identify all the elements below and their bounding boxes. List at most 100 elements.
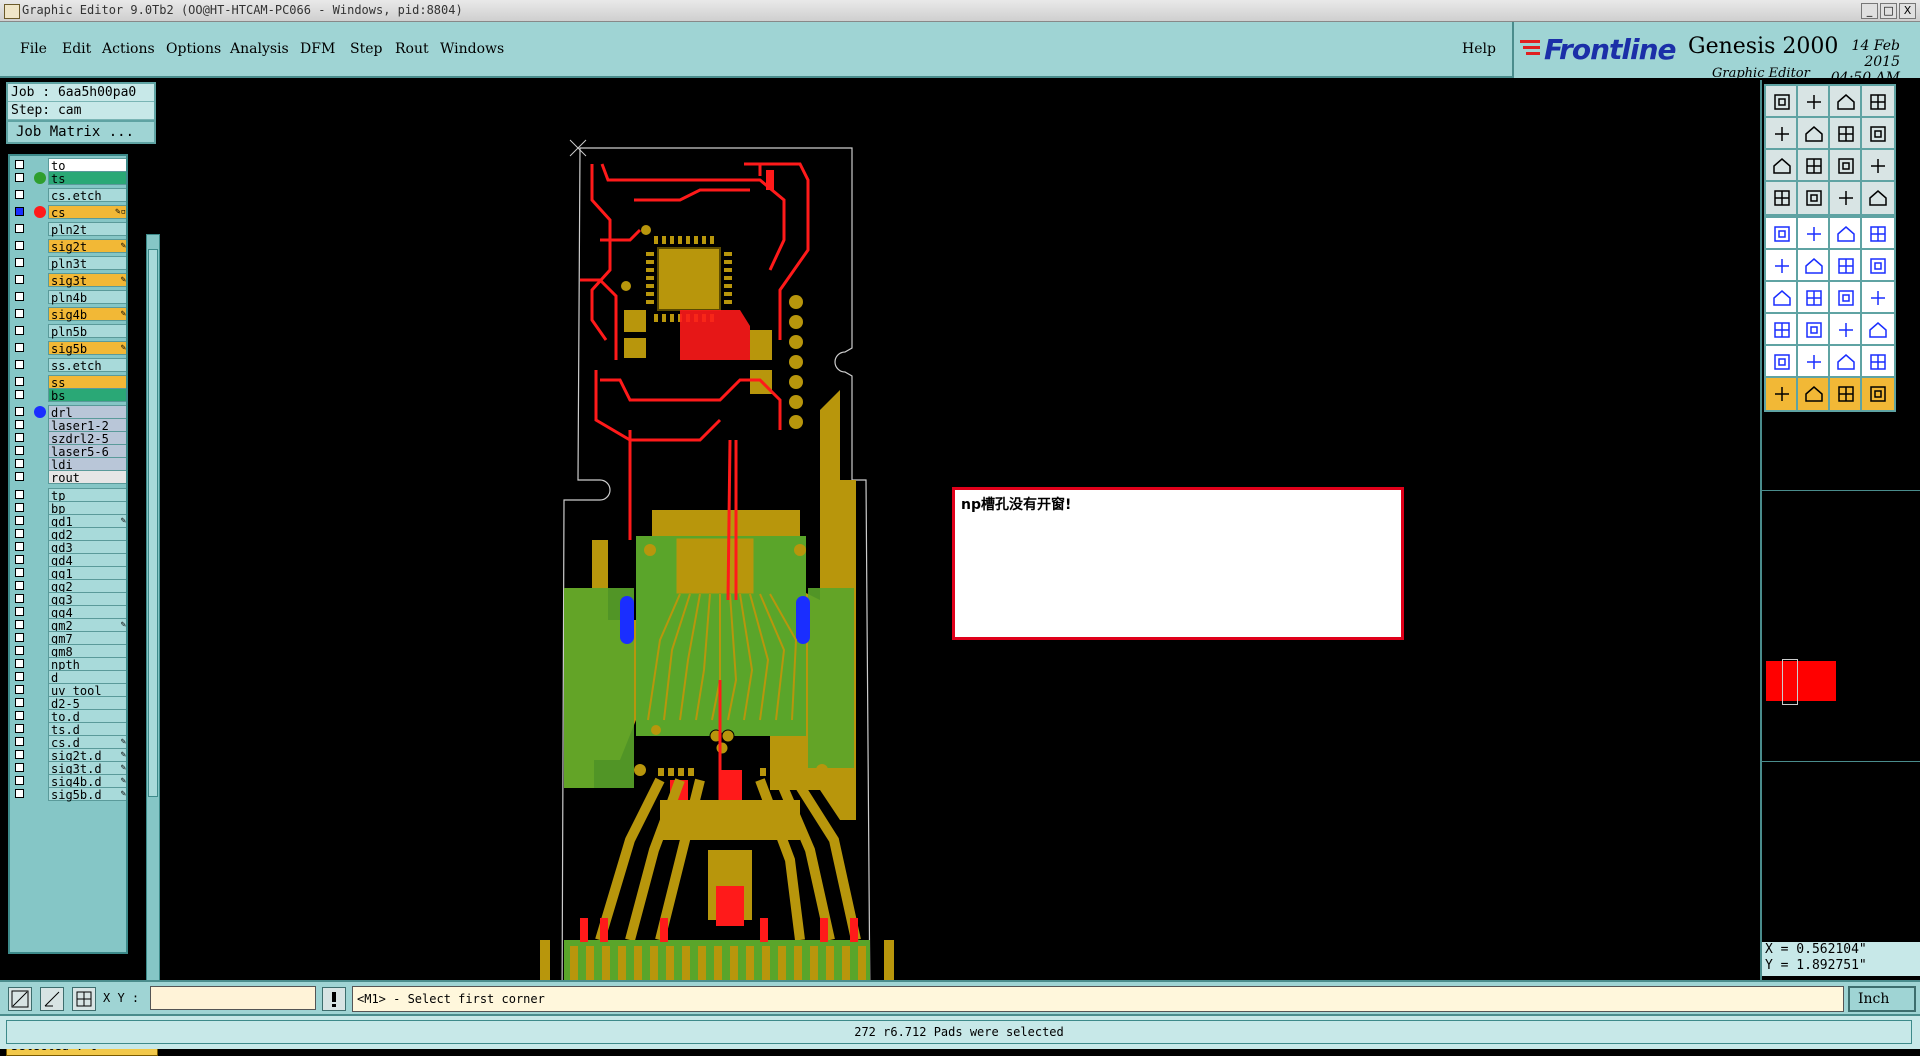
dashed-icon[interactable] xyxy=(1828,216,1864,252)
layer-checkbox[interactable] xyxy=(15,407,24,416)
top-view-icon[interactable] xyxy=(1764,84,1800,120)
layer-name[interactable]: bs xyxy=(48,388,126,403)
layer-name[interactable]: cs.d xyxy=(48,735,126,750)
layer-name[interactable]: ldi xyxy=(48,457,126,472)
layer-checkbox[interactable] xyxy=(15,620,24,629)
arc-icon[interactable] xyxy=(1828,280,1864,316)
pointer-sel-icon[interactable] xyxy=(1796,376,1832,412)
menu-analysis[interactable]: Analysis xyxy=(230,41,289,57)
layer-row[interactable]: gm7 xyxy=(12,631,126,646)
minus-icon[interactable] xyxy=(1796,312,1832,348)
layer-name[interactable]: gm2 xyxy=(48,618,126,633)
snap-icon[interactable] xyxy=(1764,248,1800,284)
menu-options[interactable]: Options xyxy=(166,41,221,57)
pointer-alt-icon[interactable] xyxy=(1828,376,1864,412)
layer-name[interactable]: uv_tool xyxy=(48,683,126,698)
layer-checkbox[interactable] xyxy=(15,275,24,284)
layer-name[interactable]: bp xyxy=(48,501,126,516)
layer-name[interactable]: sig2t.d xyxy=(48,748,126,763)
layer-checkbox[interactable] xyxy=(15,568,24,577)
layer-name[interactable]: to xyxy=(48,158,126,173)
layer-name[interactable]: laser5-6 xyxy=(48,444,126,459)
layer-name[interactable]: tp xyxy=(48,488,126,503)
layer-checkbox[interactable] xyxy=(15,750,24,759)
layer-row[interactable]: szdrl2-5 xyxy=(12,431,126,446)
layer-row[interactable]: sig3t ✎ xyxy=(12,273,126,288)
layer-name[interactable]: sig3t.d xyxy=(48,761,126,776)
bottom-view-icon[interactable] xyxy=(1796,84,1832,120)
layer-row[interactable]: ss xyxy=(12,375,126,390)
layer-checkbox[interactable] xyxy=(15,160,24,169)
layer-name[interactable]: sig5b xyxy=(48,341,126,356)
layer-row[interactable]: pln5b xyxy=(12,324,126,339)
layer-name[interactable]: gg3 xyxy=(48,592,126,607)
layer-name[interactable]: ts.d xyxy=(48,722,126,737)
layer-name[interactable]: gm7 xyxy=(48,631,126,646)
layer-row[interactable]: pln2t xyxy=(12,222,126,237)
menu-actions[interactable]: Actions xyxy=(102,41,155,57)
layer-row[interactable]: npth xyxy=(12,657,126,672)
layer-checkbox[interactable] xyxy=(15,433,24,442)
layer-row[interactable]: gd3 xyxy=(12,540,126,555)
layer-checkbox[interactable] xyxy=(15,326,24,335)
layer-name[interactable]: npth xyxy=(48,657,126,672)
layer-row[interactable]: cs.d ✎ xyxy=(12,735,126,750)
layer-checkbox[interactable] xyxy=(15,711,24,720)
layer-name[interactable]: gg4 xyxy=(48,605,126,620)
layer-checkbox[interactable] xyxy=(15,224,24,233)
path-icon[interactable] xyxy=(1860,376,1896,412)
layer-row[interactable]: gm2 ✎ xyxy=(12,618,126,633)
layer-name[interactable]: drl xyxy=(48,405,126,420)
menu-step[interactable]: Step xyxy=(350,41,382,57)
layer-name[interactable]: gd3 xyxy=(48,540,126,555)
layer-checkbox[interactable] xyxy=(15,607,24,616)
layer-checkbox[interactable] xyxy=(15,789,24,798)
layer-row[interactable]: sig5b ✎ xyxy=(12,341,126,356)
menu-rout[interactable]: Rout xyxy=(395,41,429,57)
layer-row[interactable]: gd4 xyxy=(12,553,126,568)
layer-name[interactable]: rout xyxy=(48,470,126,485)
layer-row[interactable]: sig2t ✎ xyxy=(12,239,126,254)
layer-row[interactable]: pln4b xyxy=(12,290,126,305)
layer-name[interactable]: d xyxy=(48,670,126,685)
layer-checkbox[interactable] xyxy=(15,698,24,707)
layer-row[interactable]: gd1 ✎ xyxy=(12,514,126,529)
layer-name[interactable]: gd2 xyxy=(48,527,126,542)
layer-row[interactable]: gg3 xyxy=(12,592,126,607)
layer-checkbox[interactable] xyxy=(15,581,24,590)
route-icon[interactable] xyxy=(1860,280,1896,316)
layer-checkbox[interactable] xyxy=(15,472,24,481)
measure-icon[interactable] xyxy=(1828,180,1864,216)
layer-row[interactable]: drl xyxy=(12,405,126,420)
layer-checkbox[interactable] xyxy=(15,390,24,399)
layer-row[interactable]: laser5-6 xyxy=(12,444,126,459)
layer-name[interactable]: pln2t xyxy=(48,222,126,237)
ratio-icon[interactable] xyxy=(1828,148,1864,184)
triangle-edit-icon[interactable] xyxy=(1860,344,1896,380)
minimize-button[interactable]: _ xyxy=(1861,3,1878,19)
clip-icon[interactable] xyxy=(1764,180,1800,216)
layer-checkbox[interactable] xyxy=(15,672,24,681)
layer-checkbox[interactable] xyxy=(15,646,24,655)
triangle-fill-icon[interactable] xyxy=(1828,344,1864,380)
layer-name[interactable]: szdrl2-5 xyxy=(48,431,126,446)
pan-left-icon[interactable] xyxy=(1764,116,1800,152)
layer-checkbox[interactable] xyxy=(15,241,24,250)
layer-name[interactable]: pln3t xyxy=(48,256,126,271)
layer-name[interactable]: sig3t xyxy=(48,273,126,288)
layer-row[interactable]: rout xyxy=(12,470,126,485)
units-button[interactable]: Inch xyxy=(1848,986,1916,1012)
fit-icon[interactable] xyxy=(1764,148,1800,184)
node-icon[interactable] xyxy=(1764,312,1800,348)
pointer-icon[interactable] xyxy=(1764,376,1800,412)
layer-name[interactable]: sig2t xyxy=(48,239,126,254)
layer-checkbox[interactable] xyxy=(15,529,24,538)
layer-checkbox[interactable] xyxy=(15,555,24,564)
layer-row[interactable]: cs ✎▫ xyxy=(12,205,126,220)
layer-row[interactable]: uv_tool xyxy=(12,683,126,698)
layer-row[interactable]: gg4 xyxy=(12,605,126,620)
connect-icon[interactable] xyxy=(1828,248,1864,284)
layer-checkbox[interactable] xyxy=(15,292,24,301)
layer-checkbox[interactable] xyxy=(15,360,24,369)
layer-checkbox[interactable] xyxy=(15,459,24,468)
